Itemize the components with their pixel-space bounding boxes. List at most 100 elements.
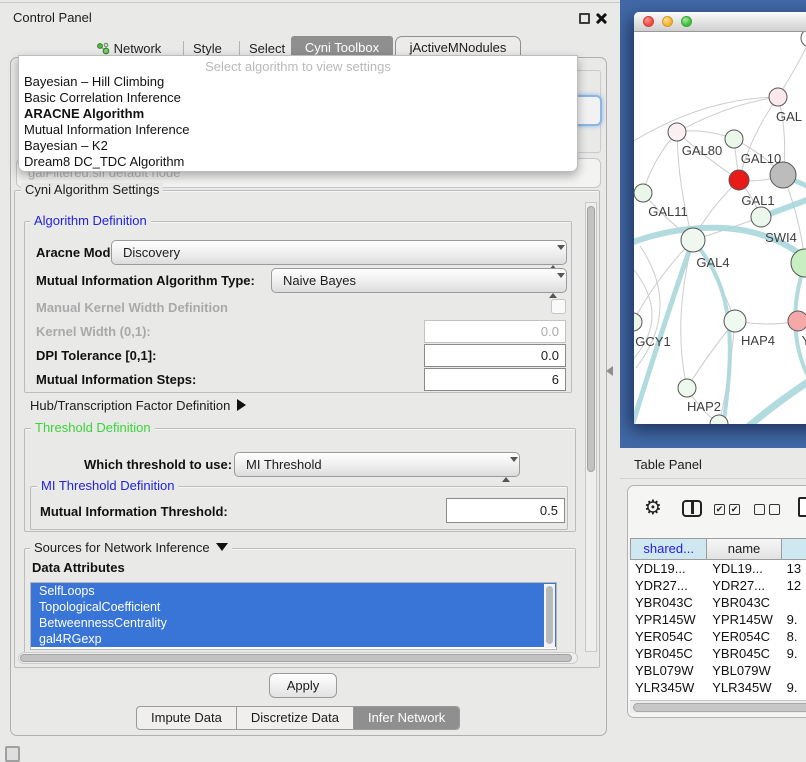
which-threshold-combo[interactable]: MI Threshold xyxy=(234,452,520,477)
algorithm-item[interactable]: Bayesian – Hill Climbing xyxy=(19,74,577,90)
aracne-mode-combo[interactable]: Discovery xyxy=(111,240,567,265)
scrollbar-thumb[interactable] xyxy=(633,703,806,712)
select-all-checkboxes-icon[interactable]: ✔ xyxy=(729,504,740,515)
network-node[interactable] xyxy=(791,249,806,277)
algorithm-item[interactable]: Bayesian – K2 xyxy=(19,138,577,154)
dpi-tolerance-field[interactable]: 0.0 xyxy=(424,344,566,367)
dock-panel-icon[interactable] xyxy=(5,746,20,762)
table-cell: YBL079W xyxy=(630,662,707,679)
table-cell: YDR27... xyxy=(630,577,707,594)
network-window-titlebar[interactable] xyxy=(634,12,806,32)
attribute-item[interactable]: TopologicalCoefficient xyxy=(31,599,556,615)
tab-infer-network[interactable]: Infer Network xyxy=(354,707,459,729)
tab-impute-data[interactable]: Impute Data xyxy=(137,707,237,729)
network-node[interactable] xyxy=(668,123,686,141)
mi-threshold-field[interactable]: 0.5 xyxy=(446,498,565,523)
network-node-label: GCY1 xyxy=(635,334,670,349)
mi-steps-field[interactable]: 6 xyxy=(424,368,566,391)
mi-threshold-title: MI Threshold Definition xyxy=(37,479,178,493)
network-canvas[interactable]: GALGAL80GAL10GAL1GAL11SWI4GAL4GCY1HAP4YH… xyxy=(634,32,806,424)
manual-kernel-label: Manual Kernel Width Definition xyxy=(36,300,228,315)
settings-vertical-scrollbar[interactable] xyxy=(585,202,597,652)
which-threshold-label: Which threshold to use: xyxy=(84,457,232,472)
panel-collapse-handle-icon[interactable] xyxy=(606,366,613,376)
table-row[interactable]: YDL19...YDL19...13 xyxy=(630,560,806,577)
table-row[interactable]: YBR045CYBR045C9. xyxy=(630,645,806,662)
table-row[interactable]: YLR345WYLR345W9. xyxy=(630,679,806,696)
network-node[interactable] xyxy=(751,207,771,227)
network-node[interactable] xyxy=(634,184,652,202)
combo-stepper-icon xyxy=(549,246,557,269)
column-header[interactable]: shared... xyxy=(630,538,707,560)
clear-checkboxes-icon[interactable] xyxy=(754,504,765,515)
scrollbar-thumb[interactable] xyxy=(546,586,553,644)
network-node[interactable] xyxy=(801,32,806,47)
collapse-down-icon xyxy=(216,543,228,551)
table-row[interactable]: YDR27...YDR27...12 xyxy=(630,577,806,594)
table-row[interactable]: YPR145WYPR145W9. xyxy=(630,611,806,628)
table-row[interactable]: YBR043CYBR043C xyxy=(630,594,806,611)
network-node[interactable] xyxy=(724,310,746,332)
network-node[interactable] xyxy=(678,379,696,397)
algorithm-item[interactable]: ARACNE Algorithm xyxy=(19,106,577,122)
attribute-item[interactable]: BetweennessCentrality xyxy=(31,615,556,631)
node-table: shared...name YDL19...YDL19...13YDR27...… xyxy=(630,538,806,713)
hub-definition-expander[interactable]: Hub/Transcription Factor Definition xyxy=(30,398,246,413)
mi-steps-label: Mutual Information Steps: xyxy=(36,372,196,387)
table-horizontal-scrollbar[interactable] xyxy=(630,700,806,713)
network-node[interactable] xyxy=(681,228,705,252)
column-header[interactable]: name xyxy=(707,538,781,560)
network-node-label: SWI4 xyxy=(765,230,797,245)
table-cell: YBR045C xyxy=(630,645,707,662)
attributes-scrollbar[interactable] xyxy=(544,584,555,648)
table-cell: YDR27... xyxy=(707,577,781,594)
algorithm-item[interactable]: Mutual Information Inference xyxy=(19,122,577,138)
close-traffic-light-icon[interactable] xyxy=(643,16,654,27)
table-cell xyxy=(782,662,806,679)
document-icon[interactable] xyxy=(798,497,806,517)
zoom-traffic-light-icon[interactable] xyxy=(681,16,692,27)
table-cell: YER054C xyxy=(630,628,707,645)
control-panel: Control Panel Network Style Select Cyni … xyxy=(0,0,620,762)
float-window-icon[interactable] xyxy=(579,13,590,24)
settings-horizontal-scrollbar[interactable] xyxy=(18,652,578,664)
network-node[interactable] xyxy=(769,88,787,106)
algorithm-item[interactable]: Dream8 DC_TDC Algorithm xyxy=(19,154,577,170)
table-cell: YPR145W xyxy=(707,611,781,628)
manual-kernel-checkbox[interactable] xyxy=(551,299,566,314)
table-cell: YLR345W xyxy=(707,679,781,696)
mi-algorithm-type-combo[interactable]: Naive Bayes xyxy=(271,268,567,293)
network-node[interactable] xyxy=(729,170,749,190)
table-row[interactable]: YBL079WYBL079W xyxy=(630,662,806,679)
network-node[interactable] xyxy=(788,311,806,331)
attribute-item[interactable]: gal4RGexp xyxy=(31,631,556,647)
minimize-traffic-light-icon[interactable] xyxy=(662,16,673,27)
gear-icon[interactable]: ⚙ xyxy=(644,495,662,520)
table-row[interactable]: YER054CYER054C8. xyxy=(630,628,806,645)
scrollbar-thumb[interactable] xyxy=(20,654,572,662)
dpi-tolerance-label: DPI Tolerance [0,1]: xyxy=(36,348,156,363)
kernel-width-label: Kernel Width (0,1): xyxy=(36,324,151,339)
network-node[interactable] xyxy=(634,313,642,331)
sources-collapser[interactable]: Sources for Network Inference xyxy=(30,541,232,555)
table-cell: YBR043C xyxy=(630,594,707,611)
network-node[interactable] xyxy=(725,130,743,148)
data-attributes-list[interactable]: SelfLoopsTopologicalCoefficientBetweenne… xyxy=(30,582,557,650)
algorithm-item[interactable]: Basic Correlation Inference xyxy=(19,90,577,106)
table-cell: YBL079W xyxy=(707,662,781,679)
table-cell: 9. xyxy=(782,611,806,628)
column-header[interactable] xyxy=(782,538,806,560)
clear-checkboxes-icon[interactable] xyxy=(769,504,780,515)
select-all-checkboxes-icon[interactable]: ✔ xyxy=(714,504,725,515)
kernel-width-field[interactable]: 0.0 xyxy=(424,320,566,343)
column-layout-icon[interactable] xyxy=(682,500,702,517)
apply-button[interactable]: Apply xyxy=(269,673,337,698)
attribute-item[interactable]: SelfLoops xyxy=(31,583,556,599)
scrollbar-thumb[interactable] xyxy=(587,206,595,472)
settings-group-title: Cyni Algorithm Settings xyxy=(21,183,163,197)
algorithm-placeholder: Select algorithm to view settings xyxy=(19,56,577,74)
tab-discretize-data[interactable]: Discretize Data xyxy=(237,707,354,729)
close-icon[interactable] xyxy=(594,11,608,25)
network-node-label: HAP4 xyxy=(741,333,775,348)
table-toolbar: ⚙ ✔ ✔ xyxy=(628,486,806,536)
